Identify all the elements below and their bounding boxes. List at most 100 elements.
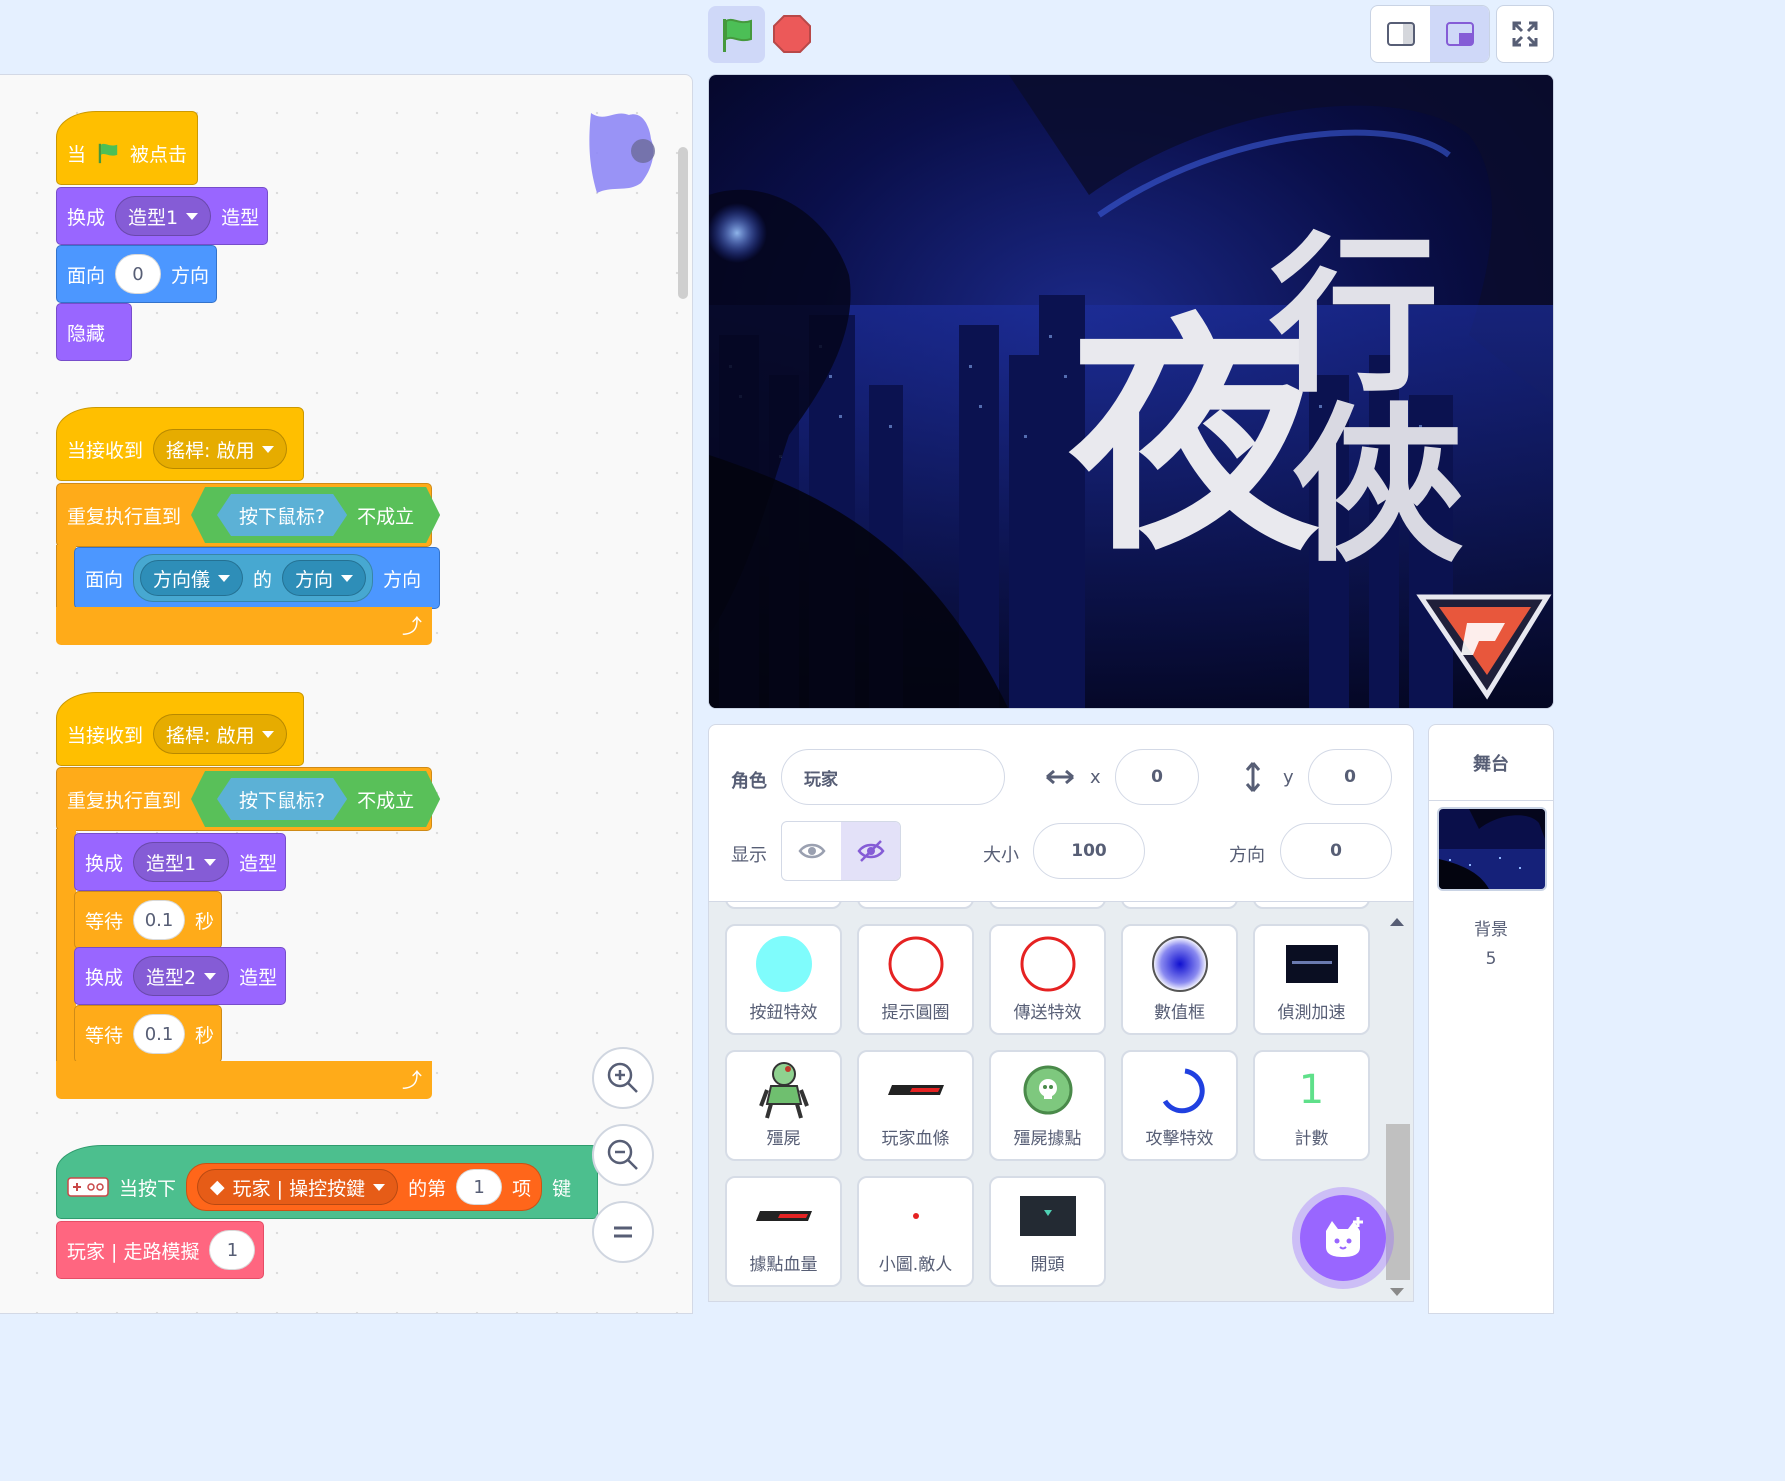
sprite-tile[interactable]: 據點血量 [725,1176,842,1287]
chevron-down-icon [218,574,231,582]
code-workspace[interactable]: 当 被点击 换成 造型1 造型 面向 0 方向 隐藏 当接收到 搖桿: 啟用 重… [0,74,693,1314]
hide-block[interactable]: 隐藏 [56,303,132,361]
sprite-tile[interactable]: 傳送特效 [989,924,1106,1035]
vertical-arrows-icon [1245,762,1261,792]
switch-costume-block[interactable]: 换成 造型1 造型 [74,833,286,891]
sprite-tile[interactable]: 小圖.敵人 [857,1176,974,1287]
repeat-until-block[interactable]: 重复执行直到 按下鼠标? 不成立 [56,483,432,547]
code-scrollbar[interactable] [678,147,688,299]
item-of-list-reporter[interactable]: ◆ 玩家 | 操控按鍵 的第 1 项 [186,1163,543,1211]
chevron-down-icon [262,730,275,738]
direction-input[interactable]: 0 [1280,823,1392,879]
message-dropdown[interactable]: 搖桿: 啟用 [153,714,288,754]
switch-costume-block[interactable]: 换成 造型1 造型 [56,187,268,245]
wait-seconds-input[interactable]: 0.1 [133,1014,186,1054]
title-char-hero: 俠 [1293,388,1464,586]
blue-arc-icon [1162,1068,1205,1114]
choose-sprite-button[interactable] [1300,1195,1386,1281]
not-label: 不成立 [357,789,415,812]
when-flag-clicked-hat[interactable]: 当 被点击 [56,111,198,185]
when-receive-hat[interactable]: 当接收到 搖桿: 啟用 [56,407,304,481]
sprite-label: 角色 [731,771,767,792]
cyan-circle-icon [755,936,812,992]
costume-dropdown[interactable]: 造型1 [115,196,212,236]
repeat-until-block[interactable]: 重复执行直到 按下鼠标? 不成立 [56,767,432,831]
normal-stage-button[interactable] [1430,6,1489,62]
message-dropdown[interactable]: 搖桿: 啟用 [153,429,288,469]
sprite-tile[interactable]: 數值框 [1121,924,1238,1035]
when-receive-hat[interactable]: 当接收到 搖桿: 啟用 [56,692,304,766]
sprite-tile[interactable]: 開頭 [989,1176,1106,1287]
loop-arrow-icon: ⤴ [402,614,422,638]
sprite-tile-partial[interactable] [857,902,974,909]
when-key-pressed-hat[interactable]: 当按下 ◆ 玩家 | 操控按鍵 的第 1 项 键 [56,1145,598,1219]
mouse-down-sensing[interactable]: 按下鼠标? [217,494,347,536]
zoom-out-button[interactable] [592,1124,654,1186]
custom-arg-input[interactable]: 1 [209,1230,256,1270]
cat-plus-icon [1326,1217,1363,1257]
wait-block[interactable]: 等待 0.1 秒 [74,891,222,949]
direction-label: 方向 [1229,845,1265,866]
sprite-tile[interactable]: 攻擊特效 [1121,1050,1238,1161]
stage-backdrop-image: 夜 行 俠 [709,75,1553,708]
sprite-tile-partial[interactable] [1121,902,1238,909]
stage-canvas[interactable]: 夜 行 俠 [708,74,1554,709]
x-position-input[interactable]: 0 [1115,749,1199,805]
sprite-tile-partial[interactable] [725,902,842,909]
y-position-input[interactable]: 0 [1308,749,1392,805]
costume-dropdown[interactable]: 造型1 [133,842,230,882]
eye-slash-icon [856,840,885,862]
horizontal-arrows-icon [1046,769,1074,785]
zoom-reset-button[interactable] [592,1201,654,1263]
stage-target-panel[interactable]: 舞台 背景 5 [1428,724,1554,1314]
mouse-down-sensing[interactable]: 按下鼠标? [217,778,347,820]
point-towards-joystick-block[interactable]: 面向 方向儀 的 方向 方向 [74,547,440,609]
wait-seconds-input[interactable]: 0.1 [133,900,186,940]
sprite-name-input[interactable]: 玩家 [781,749,1005,805]
attribute-dropdown[interactable]: 方向 [282,560,367,596]
custom-walk-block[interactable]: 玩家 | 走路模擬 1 [56,1221,264,1279]
object-dropdown[interactable]: 方向儀 [140,560,244,596]
not-label: 不成立 [357,505,415,528]
seconds-label: 秒 [195,1024,215,1047]
size-input[interactable]: 100 [1033,823,1145,879]
sprite-tile[interactable]: 提示圓圈 [857,924,974,1035]
sprite-tile[interactable]: 1 計數 [1253,1050,1370,1161]
direction-input[interactable]: 0 [115,254,162,294]
sprite-tile[interactable]: 殭屍據點 [989,1050,1106,1161]
chevron-down-icon [341,574,354,582]
list-dropdown[interactable]: ◆ 玩家 | 操控按鍵 [197,1169,399,1205]
green-flag-button[interactable] [708,6,765,63]
index-input[interactable]: 1 [456,1169,503,1205]
red-dot-icon [912,1213,919,1219]
switch-costume-block[interactable]: 换成 造型2 造型 [74,947,286,1005]
health-bar-icon [887,1085,944,1095]
fullscreen-button[interactable] [1496,5,1554,63]
sprite-tile[interactable]: 玩家血條 [857,1050,974,1161]
sprite-tile-partial[interactable] [989,902,1106,909]
direction-suffix-label: 方向 [171,264,210,287]
not-operator[interactable]: 按下鼠标? 不成立 [191,487,440,543]
stop-button[interactable] [772,14,812,54]
costume-suffix-label: 造型 [239,966,278,989]
sprite-tile[interactable]: 按鈕特效 [725,924,842,1035]
visibility-toggle [781,821,901,881]
sensing-of-reporter[interactable]: 方向儀 的 方向 [133,554,374,602]
sprite-tile-partial[interactable] [1253,902,1370,909]
costume-dropdown[interactable]: 造型2 [133,956,230,996]
zoom-in-button[interactable] [592,1047,654,1109]
sprite-tile[interactable]: 殭屍 [725,1050,842,1161]
point-in-direction-block[interactable]: 面向 0 方向 [56,245,217,303]
sprite-list-scroll-thumb[interactable] [1386,1124,1410,1280]
hide-sprite-button[interactable] [841,822,900,880]
wait-block[interactable]: 等待 0.1 秒 [74,1005,222,1063]
dark-rect-icon [1285,945,1338,983]
switch-costume-label: 换成 [85,966,124,989]
show-sprite-button[interactable] [782,822,841,880]
wait-label: 等待 [85,910,124,933]
sprite-tile[interactable]: 偵測加速 [1253,924,1370,1035]
backdrop-thumbnail[interactable] [1437,807,1547,891]
not-operator[interactable]: 按下鼠标? 不成立 [191,771,440,827]
small-stage-button[interactable] [1371,6,1430,62]
hat-clicked-label: 被点击 [129,143,187,166]
